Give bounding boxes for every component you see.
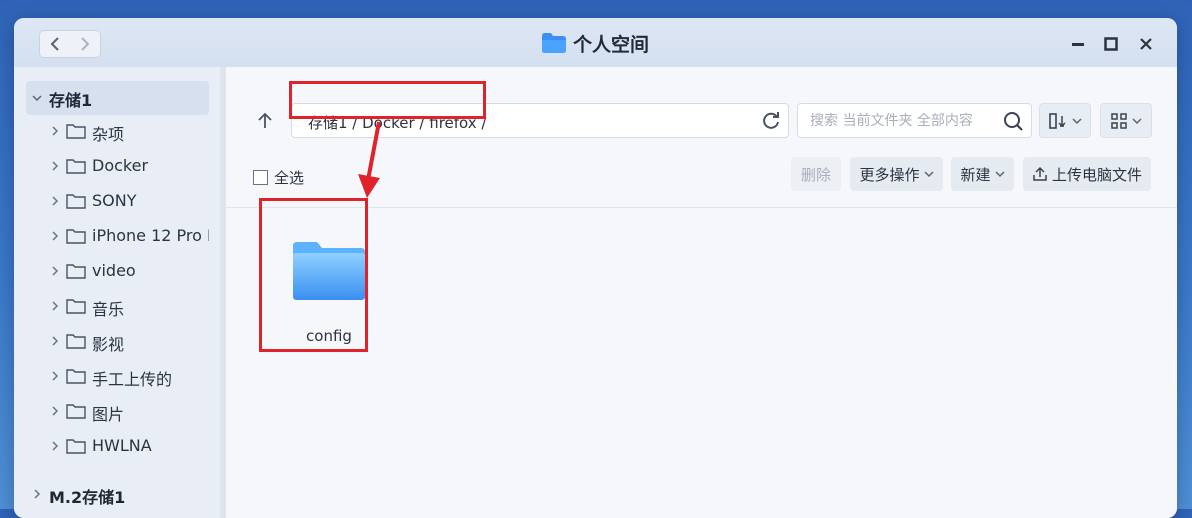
toolbar-divider	[226, 207, 1177, 208]
chevron-right-icon[interactable]	[50, 231, 60, 241]
chevron-down-icon	[994, 171, 1005, 178]
sidebar-item-music[interactable]: 音乐	[14, 290, 221, 322]
folder-outline-icon	[66, 369, 86, 384]
path-highlight-box	[289, 81, 486, 119]
chevron-down-icon	[923, 171, 934, 178]
sidebar-item-label: 图片	[92, 405, 125, 424]
chevron-right-icon[interactable]	[50, 266, 60, 276]
chevron-right-icon[interactable]	[50, 441, 60, 451]
select-all-checkbox[interactable]	[253, 170, 268, 185]
folder-outline-icon	[66, 264, 86, 279]
folder-highlight-box	[259, 198, 368, 352]
sidebar-item-docker[interactable]: Docker	[14, 150, 221, 182]
more-actions-label: 更多操作	[859, 165, 920, 184]
maximize-icon	[1104, 37, 1118, 51]
sidebar-item-pictures[interactable]: 图片	[14, 395, 221, 427]
chevron-down-icon[interactable]	[32, 93, 42, 103]
chevron-right-icon[interactable]	[50, 406, 60, 416]
chevron-right-icon[interactable]	[50, 301, 60, 311]
arrow-up-icon	[258, 112, 272, 128]
search-box[interactable]	[797, 103, 1032, 138]
sidebar-item-manual-upload[interactable]: 手工上传的	[14, 360, 221, 392]
close-icon	[1140, 38, 1152, 50]
new-button[interactable]: 新建	[951, 157, 1014, 191]
close-button[interactable]	[1135, 33, 1157, 55]
chevron-right-icon[interactable]	[50, 161, 60, 171]
window-title-text: 个人空间	[573, 33, 650, 56]
sidebar-item-label: 手工上传的	[92, 370, 173, 389]
back-button[interactable]	[40, 31, 70, 57]
sidebar-item-label: HWLNA	[92, 436, 152, 455]
sidebar-item-misc[interactable]: 杂项	[14, 115, 221, 147]
arrow-annotation-icon	[358, 121, 381, 198]
folder-outline-icon	[66, 159, 86, 174]
new-label: 新建	[960, 165, 991, 184]
sort-icon	[1049, 112, 1066, 129]
delete-button[interactable]: 删除	[791, 157, 841, 191]
tree-root-storage1[interactable]: 存储1	[14, 81, 221, 115]
search-icon[interactable]	[1003, 111, 1023, 131]
sidebar-tree: 存储1 杂项 Docker SONY iPhone 12 Pro M video	[14, 67, 222, 518]
more-actions-button[interactable]: 更多操作	[850, 157, 943, 191]
sidebar-item-video[interactable]: video	[14, 255, 221, 287]
sidebar-item-label: SONY	[92, 191, 137, 210]
chevron-right-icon[interactable]	[32, 489, 42, 499]
minimize-button[interactable]	[1067, 33, 1089, 55]
chevron-right-icon	[81, 37, 90, 51]
folder-outline-icon	[66, 439, 86, 454]
folder-outline-icon	[66, 404, 86, 419]
sidebar-item-sony[interactable]: SONY	[14, 185, 221, 217]
folder-icon	[542, 33, 566, 53]
window-title: 个人空间	[541, 30, 649, 56]
sidebar-item-label: Docker	[92, 156, 149, 175]
folder-outline-icon	[66, 299, 86, 314]
file-manager-window: 个人空间 存储1 杂项 Docker SONY iPhone 12 Pro M …	[14, 18, 1177, 518]
sidebar-item-label: iPhone 12 Pro M	[92, 226, 209, 245]
select-all-label: 全选	[274, 169, 305, 187]
tree-root-label: 存储1	[49, 91, 93, 110]
search-input[interactable]	[808, 109, 1002, 133]
refresh-icon[interactable]	[761, 111, 781, 131]
sidebar-item-label: video	[92, 261, 136, 280]
chevron-right-icon[interactable]	[50, 126, 60, 136]
upload-icon	[1033, 166, 1047, 181]
tree-root-m2-storage[interactable]: M.2存储1	[14, 478, 221, 510]
sidebar-item-label: 影视	[92, 335, 125, 354]
chevron-right-icon[interactable]	[50, 371, 60, 381]
sort-button[interactable]	[1039, 103, 1091, 138]
sidebar-item-hwlna[interactable]: HWLNA	[14, 430, 221, 462]
sidebar-item-label: 音乐	[92, 300, 125, 319]
title-bar: 个人空间	[14, 18, 1177, 67]
folder-outline-icon	[66, 194, 86, 209]
minimize-icon	[1072, 43, 1084, 46]
view-mode-button[interactable]	[1100, 103, 1152, 138]
upload-label: 上传电脑文件	[1051, 165, 1142, 184]
chevron-right-icon[interactable]	[50, 336, 60, 346]
select-all[interactable]: 全选	[253, 167, 304, 188]
history-nav	[39, 30, 101, 58]
sidebar-item-iphone[interactable]: iPhone 12 Pro M	[14, 220, 221, 252]
delete-label: 删除	[800, 165, 831, 184]
grid-view-icon	[1111, 112, 1127, 129]
sidebar-item-movies[interactable]: 影视	[14, 325, 221, 357]
sidebar-item-label: 杂项	[92, 125, 125, 144]
tree-root-label: M.2存储1	[49, 488, 126, 507]
folder-outline-icon	[66, 124, 86, 139]
parent-folder-button[interactable]	[252, 107, 278, 135]
folder-outline-icon	[66, 334, 86, 349]
chevron-right-icon[interactable]	[50, 196, 60, 206]
folder-outline-icon	[66, 229, 86, 244]
upload-button[interactable]: 上传电脑文件	[1023, 157, 1151, 191]
maximize-button[interactable]	[1100, 33, 1122, 55]
forward-button[interactable]	[70, 31, 100, 57]
chevron-down-icon	[1072, 117, 1082, 124]
chevron-left-icon	[50, 37, 59, 51]
chevron-down-icon	[1132, 117, 1142, 124]
